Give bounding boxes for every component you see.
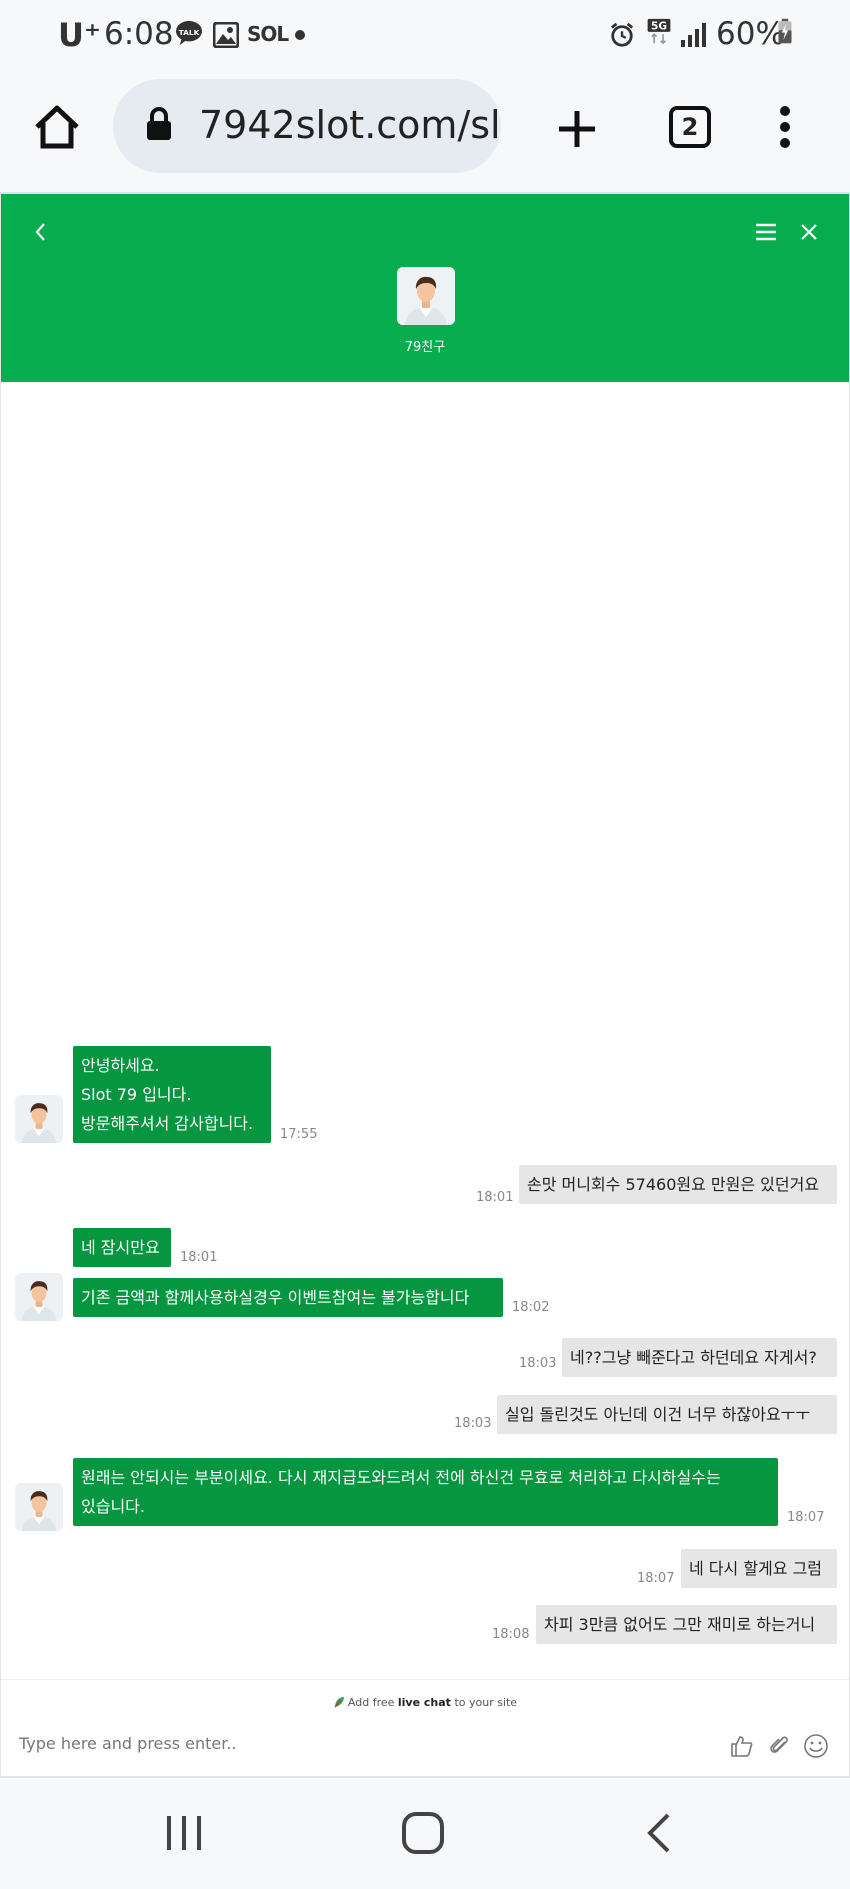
menu-button[interactable] [753,220,779,244]
message-line: 손맛 머니회수 57460원요 만원은 있던거요 [527,1175,820,1194]
menu-icon [756,223,776,241]
agent-avatar [15,1483,63,1531]
more-menu-button[interactable] [770,100,800,154]
user-message: 차피 3만큼 없어도 그만 재미로 하는거니 [536,1605,837,1644]
message-line: 차피 3만큼 없어도 그만 재미로 하는거니 [544,1615,816,1634]
carrier-label: U⁺ [58,16,101,54]
sol-label: SOL [247,22,289,46]
sol-icon: SOL [247,22,289,48]
home-button[interactable] [30,100,84,154]
address-bar[interactable]: 7942slot.com/slot [113,79,501,173]
system-nav-bar [0,1776,850,1889]
message-time: 18:02 [512,1300,550,1315]
network-label: 5G [651,20,667,32]
back-button[interactable] [29,220,53,244]
gallery-icon [213,22,239,48]
agent-message: 안녕하세요. Slot 79 입니다. 방문해주셔서 감사합니다. [73,1046,271,1143]
promo-bold: live chat [397,1696,451,1709]
promo-prefix: Add free [347,1696,395,1709]
signal-icon [681,23,706,47]
lock-icon [147,107,171,140]
agent-message: 네 잠시만요 [73,1228,171,1267]
tab-switcher-button[interactable]: 2 [665,102,715,152]
user-message: 손맛 머니회수 57460원요 만원은 있던거요 [519,1165,837,1204]
back-icon [35,223,45,241]
message-time: 18:07 [787,1510,825,1525]
message-time: 18:07 [637,1571,675,1586]
agent-name: 79친구 [404,340,446,355]
more-icon [780,106,790,148]
message-line: 네 잠시만요 [81,1238,160,1257]
recent-apps-button[interactable] [160,1812,208,1854]
svg-text:TALK: TALK [179,28,200,37]
back-nav-button[interactable] [644,1812,674,1854]
attach-button[interactable] [768,1734,792,1758]
back-nav-icon [647,1813,670,1853]
message-time: 17:55 [280,1127,318,1142]
message-input[interactable]: Type here and press enter.. [1,1724,701,1768]
rate-button[interactable] [730,1734,754,1758]
agent-avatar [15,1095,63,1143]
message-input-placeholder: Type here and press enter.. [19,1734,237,1753]
user-message: 네??그냥 빼준다고 하던데요 자게서? [562,1338,837,1377]
recent-apps-icon [167,1816,201,1850]
url-text: 7942slot.com/slot [199,103,501,147]
home-icon [35,105,79,149]
new-tab-icon [559,111,595,147]
message-time: 18:01 [476,1190,514,1205]
powered-by-link[interactable]: Add free live chat to your site [1,1696,849,1709]
emoji-button[interactable] [803,1733,829,1759]
agent-avatar [397,267,455,325]
message-line: 기존 금액과 함께사용하실경우 이벤트참여는 불가능합니다 [81,1288,470,1307]
message-line: 네??그냥 빼준다고 하던데요 자게서? [570,1348,817,1367]
message-time: 18:03 [519,1356,557,1371]
agent-avatar [15,1273,63,1321]
emoji-icon [804,1734,828,1758]
clock: 6:08 [104,16,174,52]
message-line: Slot 79 입니다. [81,1085,192,1104]
alarm-icon [610,22,634,47]
message-line: 방문해주셔서 감사합니다. [81,1114,254,1133]
leaf-icon [334,1697,344,1708]
battery-icon [778,18,792,44]
message-time: 18:01 [180,1250,218,1265]
battery-percent: 60% [716,16,785,52]
agent-message: 기존 금액과 함께사용하실경우 이벤트참여는 불가능합니다 [73,1278,503,1317]
home-nav-icon [402,1812,444,1854]
message-line: 원래는 안되시는 부분이세요. 다시 재지급도와드려서 전에 하신건 무효로 처… [81,1468,721,1487]
message-time: 18:08 [492,1627,530,1642]
tab-count: 2 [681,113,699,141]
message-line: 안녕하세요. [81,1056,160,1075]
5g-icon: 5G [647,18,671,44]
close-icon [801,224,817,240]
new-tab-button[interactable] [552,104,602,154]
user-message: 네 다시 할게요 그럼 [681,1549,837,1588]
user-message: 실입 돌린것도 아닌데 이건 너무 하잖아요ㅜㅜ [497,1395,837,1434]
promo-suffix: to your site [454,1696,518,1709]
tab-switcher-icon: 2 [669,106,711,148]
message-line: 실입 돌린것도 아닌데 이건 너무 하잖아요ㅜㅜ [505,1405,811,1424]
message-time: 18:03 [454,1416,492,1431]
attach-icon [770,1736,788,1753]
message-line: 있습니다. [81,1497,145,1516]
close-button[interactable] [797,220,821,244]
chat-header: 79친구 [1,194,849,382]
status-bar: U⁺ 6:08 TALK SOL 5G 60% [0,0,850,70]
home-nav-button[interactable] [400,1810,446,1856]
talk-icon: TALK [176,20,202,46]
thumbs-up-icon [731,1736,753,1757]
divider [1,1679,849,1680]
dot-icon [295,30,305,40]
agent-message: 원래는 안되시는 부분이세요. 다시 재지급도와드려서 전에 하신건 무효로 처… [73,1458,778,1526]
browser-toolbar: 7942slot.com/slot 2 [0,70,850,192]
message-line: 네 다시 할게요 그럼 [689,1559,823,1578]
chat-widget: 79친구 안녕하세요. Slot 79 입니다. 방문해주셔서 감사합니다. 1… [0,192,850,1776]
